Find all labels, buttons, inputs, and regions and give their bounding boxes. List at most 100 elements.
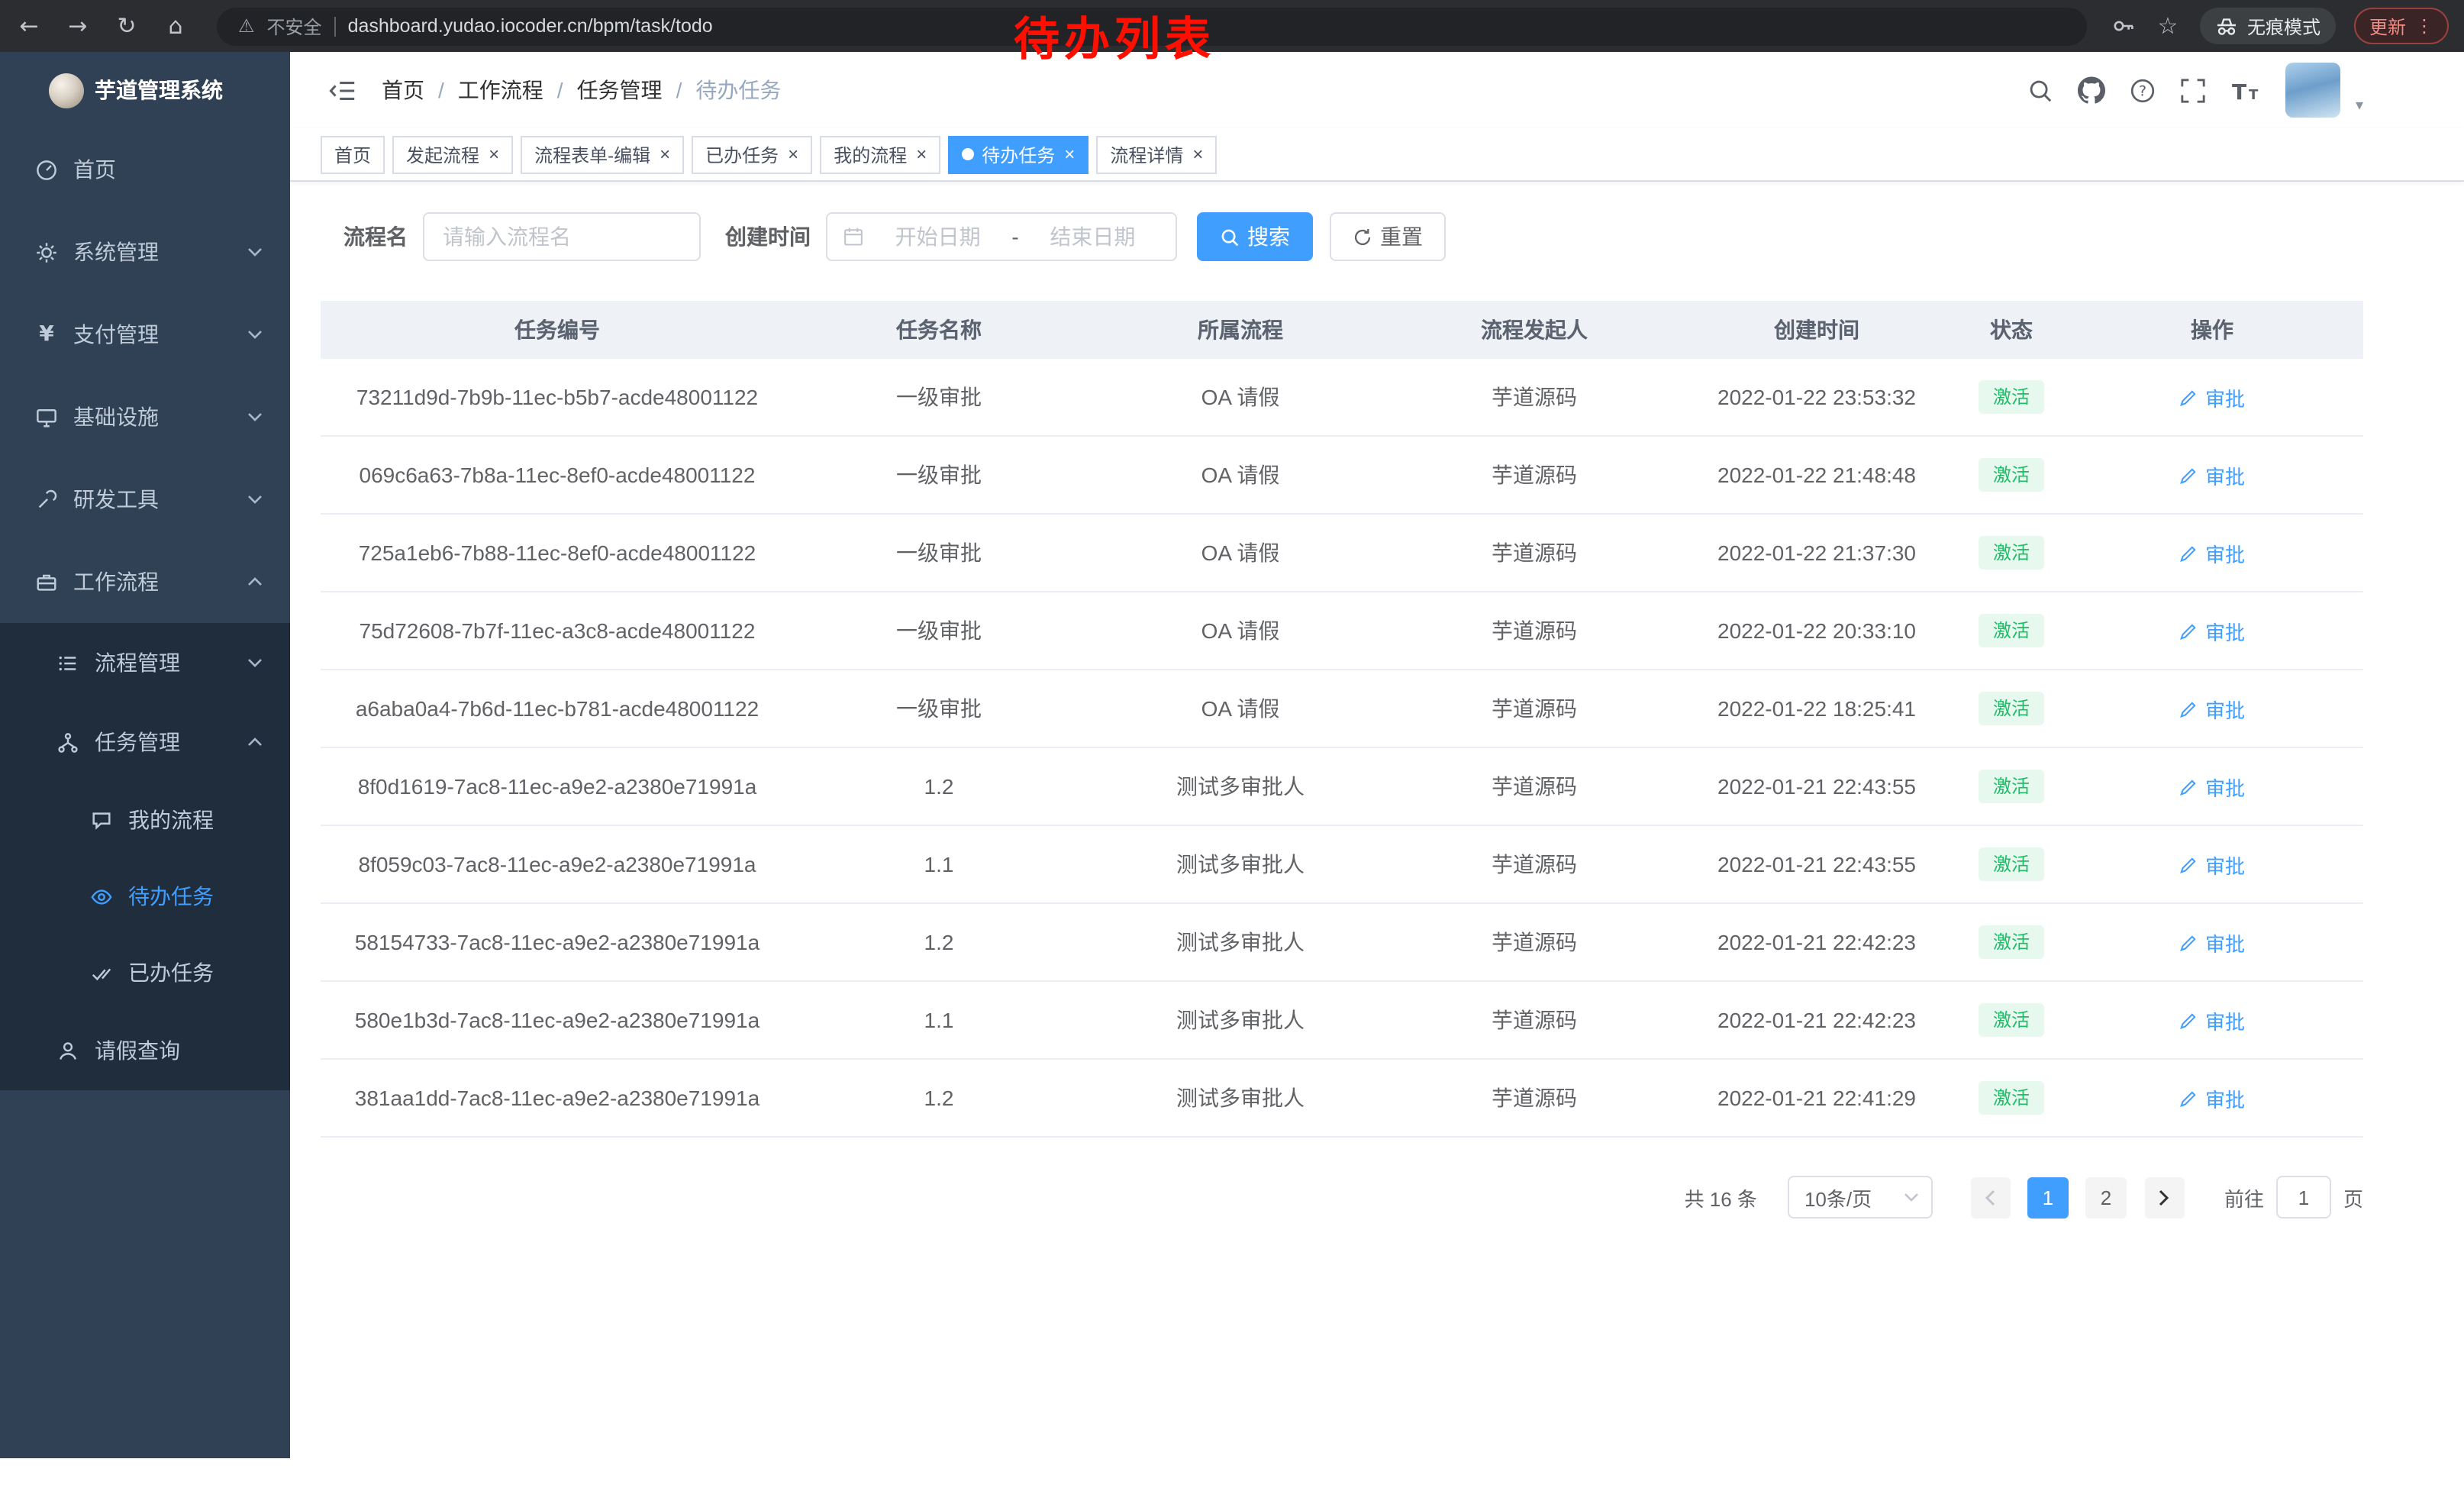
sidebar-item-todo-tasks[interactable]: 待办任务 xyxy=(0,858,290,934)
browser-menu-icon[interactable]: ⋮ xyxy=(2415,15,2433,37)
reset-button[interactable]: 重置 xyxy=(1330,212,1446,261)
browser-back-icon[interactable]: ← xyxy=(15,12,43,40)
total-count: 共 16 条 xyxy=(1685,1183,1757,1212)
table-body: 73211d9d-7b9b-11ec-b5b7-acde48001122一级审批… xyxy=(321,359,2363,1137)
fullscreen-icon[interactable] xyxy=(2180,77,2206,103)
breadcrumb-item[interactable]: 首页 xyxy=(382,75,424,105)
browser-home-icon[interactable]: ⌂ xyxy=(162,12,189,40)
sidebar-item-system[interactable]: 系统管理 xyxy=(0,211,290,293)
approve-button[interactable]: 审批 xyxy=(2179,1083,2245,1112)
tab-首页[interactable]: 首页 xyxy=(321,135,385,173)
date-range-picker[interactable]: 开始日期 - 结束日期 xyxy=(826,212,1177,261)
svg-text:T: T xyxy=(2249,86,2259,102)
header-actions: ? T T ▾ xyxy=(2027,63,2464,118)
password-key-icon[interactable] xyxy=(2111,14,2136,38)
sidebar-item-my-process[interactable]: 我的流程 xyxy=(0,782,290,858)
sidebar-item-label: 系统管理 xyxy=(73,237,159,267)
tab-close-icon[interactable]: × xyxy=(489,145,499,163)
bookmark-star-icon[interactable]: ☆ xyxy=(2154,12,2182,40)
approve-button[interactable]: 审批 xyxy=(2179,616,2245,645)
col-actions: 操作 xyxy=(2061,301,2363,359)
sidebar-item-task-management[interactable]: 任务管理 xyxy=(0,702,290,782)
create-time-cell: 2022-01-22 18:25:41 xyxy=(1672,670,1962,747)
browser-reload-icon[interactable]: ↻ xyxy=(113,12,140,40)
sidebar-collapse-icon[interactable] xyxy=(328,76,357,105)
browser-forward-icon[interactable]: → xyxy=(64,12,92,40)
search-button[interactable]: 搜索 xyxy=(1197,212,1313,261)
goto-page-input[interactable] xyxy=(2276,1176,2331,1219)
tab-close-icon[interactable]: × xyxy=(916,145,927,163)
approve-button[interactable]: 审批 xyxy=(2179,383,2245,412)
page-number-2[interactable]: 2 xyxy=(2085,1177,2127,1218)
avatar-caret-icon[interactable]: ▾ xyxy=(2356,98,2363,118)
tab-流程表单-编辑[interactable]: 流程表单-编辑× xyxy=(521,135,684,173)
monitor-icon xyxy=(34,405,60,428)
update-button[interactable]: 更新 ⋮ xyxy=(2354,8,2449,44)
process-name-input[interactable] xyxy=(423,212,701,261)
task-name-cell: 1.2 xyxy=(794,747,1084,825)
sidebar-submenu-workflow: 流程管理 任务管理 我的流程 xyxy=(0,623,290,1090)
approve-button[interactable]: 审批 xyxy=(2179,850,2245,879)
tab-流程详情[interactable]: 流程详情× xyxy=(1096,135,1217,173)
page-number-1[interactable]: 1 xyxy=(2027,1177,2069,1218)
approve-button[interactable]: 审批 xyxy=(2179,772,2245,801)
chevron-down-icon xyxy=(247,247,263,257)
prev-page-button[interactable] xyxy=(1971,1177,2011,1218)
page-size-select[interactable]: 10条/页 xyxy=(1788,1176,1933,1219)
status-badge: 激活 xyxy=(1979,536,2043,570)
search-icon[interactable] xyxy=(2027,77,2053,103)
status-badge: 激活 xyxy=(1979,925,2043,960)
approve-button[interactable]: 审批 xyxy=(2179,694,2245,723)
help-icon[interactable]: ? xyxy=(2130,77,2156,103)
tab-label: 待办任务 xyxy=(982,141,1055,167)
create-time-cell: 2022-01-22 23:53:32 xyxy=(1672,359,1962,436)
create-time-cell: 2022-01-21 22:41:29 xyxy=(1672,1059,1962,1137)
tab-close-icon[interactable]: × xyxy=(788,145,798,163)
sidebar-item-process-management[interactable]: 流程管理 xyxy=(0,623,290,702)
process-cell: OA 请假 xyxy=(1084,514,1397,592)
sidebar-item-infrastructure[interactable]: 基础设施 xyxy=(0,376,290,458)
approve-button[interactable]: 审批 xyxy=(2179,928,2245,957)
task-id-cell: 8f0d1619-7ac8-11ec-a9e2-a2380e71991a xyxy=(321,747,794,825)
breadcrumb-separator: / xyxy=(438,78,444,102)
edit-pen-icon xyxy=(2179,776,2199,796)
font-size-icon[interactable]: T T xyxy=(2230,77,2261,103)
tab-close-icon[interactable]: × xyxy=(1064,145,1075,163)
sidebar-item-home[interactable]: 首页 xyxy=(0,128,290,211)
sidebar-item-payment[interactable]: ¥ 支付管理 xyxy=(0,293,290,376)
starter-cell: 芋道源码 xyxy=(1397,592,1672,670)
tab-已办任务[interactable]: 已办任务× xyxy=(692,135,812,173)
breadcrumb-item[interactable]: 工作流程 xyxy=(458,75,543,105)
sidebar-item-workflow[interactable]: 工作流程 xyxy=(0,541,290,623)
status-badge: 激活 xyxy=(1979,614,2043,648)
tab-close-icon[interactable]: × xyxy=(1192,145,1203,163)
tab-我的流程[interactable]: 我的流程× xyxy=(820,135,940,173)
sidebar-menu: 首页 系统管理 ¥ 支付管理 基础设施 xyxy=(0,128,290,1090)
app-logo[interactable]: 芋道管理系统 xyxy=(0,52,290,128)
approve-button[interactable]: 审批 xyxy=(2179,1006,2245,1035)
user-avatar[interactable] xyxy=(2285,63,2340,118)
status-cell: 激活 xyxy=(1962,825,2061,903)
table-row: 069c6a63-7b8a-11ec-8ef0-acde48001122一级审批… xyxy=(321,436,2363,514)
create-time-cell: 2022-01-21 22:42:23 xyxy=(1672,903,1962,981)
github-icon[interactable] xyxy=(2078,76,2105,104)
task-id-cell: 069c6a63-7b8a-11ec-8ef0-acde48001122 xyxy=(321,436,794,514)
approve-button[interactable]: 审批 xyxy=(2179,460,2245,489)
sidebar-item-devtools[interactable]: 研发工具 xyxy=(0,458,290,541)
task-id-cell: 75d72608-7b7f-11ec-a3c8-acde48001122 xyxy=(321,592,794,670)
tab-待办任务[interactable]: 待办任务 × xyxy=(948,135,1088,173)
sidebar-item-leave-query[interactable]: 请假查询 xyxy=(0,1011,290,1090)
tab-发起流程[interactable]: 发起流程× xyxy=(392,135,513,173)
next-page-button[interactable] xyxy=(2145,1177,2185,1218)
table-row: 725a1eb6-7b88-11ec-8ef0-acde48001122一级审批… xyxy=(321,514,2363,592)
table-header-row: 任务编号 任务名称 所属流程 流程发起人 创建时间 状态 操作 xyxy=(321,301,2363,359)
breadcrumb-item[interactable]: 任务管理 xyxy=(577,75,663,105)
create-time-cell: 2022-01-22 20:33:10 xyxy=(1672,592,1962,670)
tab-label: 首页 xyxy=(334,141,371,167)
sidebar-item-done-tasks[interactable]: 已办任务 xyxy=(0,934,290,1011)
sidebar: 芋道管理系统 首页 系统管理 ¥ 支付管理 xyxy=(0,52,290,1458)
tool-icon xyxy=(34,488,60,511)
tab-close-icon[interactable]: × xyxy=(660,145,670,163)
approve-button[interactable]: 审批 xyxy=(2179,538,2245,567)
end-date-placeholder: 结束日期 xyxy=(1025,221,1160,252)
